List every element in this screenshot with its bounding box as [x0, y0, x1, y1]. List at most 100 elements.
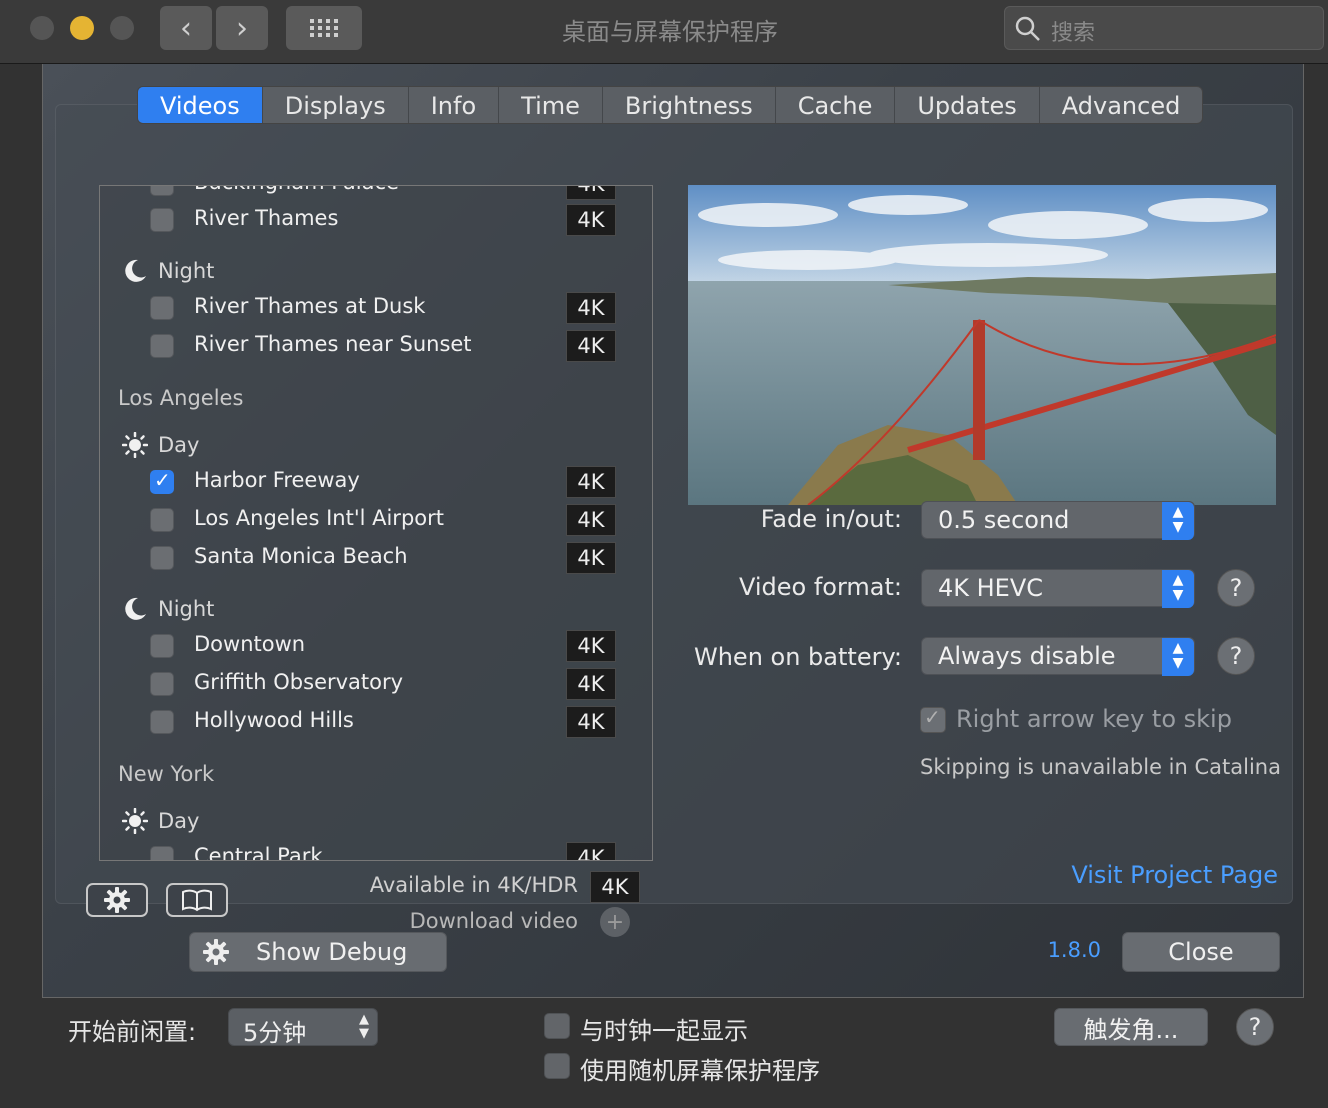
- quality-badge: 4K: [566, 504, 616, 536]
- list-item[interactable]: Central Park 4K: [150, 842, 620, 860]
- random-saver-label: 使用随机屏幕保护程序: [580, 1057, 820, 1085]
- list-item[interactable]: Los Angeles Int'l Airport 4K: [150, 504, 620, 536]
- video-list[interactable]: Buckingham Palace 4K River Thames 4K Nig…: [99, 185, 653, 861]
- video-checkbox[interactable]: [150, 634, 174, 658]
- battery-popup[interactable]: Always disable ▲ ▼: [921, 637, 1195, 676]
- chevron-right-icon: ›: [236, 10, 248, 46]
- video-name: Santa Monica Beach: [194, 544, 408, 568]
- bottom-bar: 开始前闲置: 5分钟 ▲ ▼ 与时钟一起显示 使用随机屏幕保护程序 触发角... …: [0, 998, 1328, 1108]
- battery-label: When on battery:: [693, 643, 902, 671]
- forward-button[interactable]: ›: [216, 6, 268, 50]
- tab-displays[interactable]: Displays: [263, 87, 409, 123]
- skip-checkbox[interactable]: ✓: [920, 705, 946, 733]
- tab-info[interactable]: Info: [409, 87, 500, 123]
- format-label: Video format:: [738, 573, 902, 601]
- fade-label: Fade in/out:: [760, 505, 902, 533]
- version-label: 1.8.0: [1047, 938, 1101, 962]
- format-help-button[interactable]: ?: [1217, 569, 1255, 607]
- show-clock-checkbox[interactable]: [544, 1013, 570, 1039]
- fade-value: 0.5 second: [938, 506, 1070, 534]
- list-item[interactable]: River Thames at Dusk 4K: [150, 292, 620, 324]
- quality-badge: 4K: [566, 542, 616, 574]
- zoom-window-button[interactable]: [110, 16, 134, 40]
- sun-icon: [122, 432, 148, 458]
- minimize-window-button[interactable]: [70, 16, 94, 40]
- skip-label: Right arrow key to skip: [956, 705, 1232, 733]
- aerial-settings-sheet: Buckingham Palace 4K River Thames 4K Nig…: [42, 64, 1304, 998]
- format-value: 4K HEVC: [938, 574, 1044, 602]
- available-label: Available in 4K/HDR: [369, 873, 578, 897]
- random-saver-checkbox[interactable]: [544, 1053, 570, 1079]
- preview-image: [688, 185, 1276, 505]
- show-debug-button[interactable]: Show Debug: [189, 932, 447, 972]
- chevron-left-icon: ‹: [180, 10, 192, 46]
- moon-icon: [125, 597, 146, 620]
- list-item[interactable]: Hollywood Hills 4K: [150, 706, 620, 738]
- grid-icon: [310, 19, 338, 37]
- list-item[interactable]: Downtown 4K: [150, 630, 620, 662]
- list-item[interactable]: River Thames near Sunset 4K: [150, 330, 620, 362]
- help-button[interactable]: ?: [1236, 1008, 1274, 1046]
- quality-badge: 4K: [566, 668, 616, 700]
- show-all-button[interactable]: [286, 6, 362, 50]
- video-checkbox-checked[interactable]: [150, 468, 174, 494]
- video-checkbox[interactable]: [150, 508, 174, 532]
- video-name: River Thames near Sunset: [194, 332, 472, 356]
- updown-chevron-icon: ▲ ▼: [359, 1012, 369, 1041]
- video-checkbox[interactable]: [150, 846, 174, 860]
- video-name: Downtown: [194, 632, 306, 656]
- close-button[interactable]: Close: [1122, 932, 1280, 972]
- quality-badge: 4K: [566, 466, 616, 498]
- video-name: Buckingham Palace: [194, 186, 399, 194]
- window: ‹ › 桌面与屏幕保护程序 搜索 River Thames 4K Night R…: [0, 0, 1328, 1108]
- idle-popup[interactable]: 5分钟 ▲ ▼: [228, 1008, 378, 1047]
- download-button[interactable]: +: [600, 907, 630, 937]
- search-icon: [1015, 16, 1040, 41]
- list-item[interactable]: Griffith Observatory 4K: [150, 668, 620, 700]
- plus-icon: +: [605, 909, 625, 935]
- video-checkbox[interactable]: [150, 296, 174, 320]
- city-header: Los Angeles: [118, 386, 244, 410]
- video-checkbox[interactable]: [150, 546, 174, 570]
- video-name: Griffith Observatory: [194, 670, 404, 694]
- idle-value: 5分钟: [243, 1019, 307, 1047]
- video-checkbox[interactable]: [150, 710, 174, 734]
- video-checkbox[interactable]: [150, 208, 174, 232]
- download-label: Download video: [409, 909, 578, 933]
- open-folder-button[interactable]: [166, 883, 228, 917]
- quality-badge: 4K: [566, 706, 616, 738]
- quality-badge: 4K: [566, 330, 616, 362]
- tab-bar: Videos Displays Info Time Brightness Cac…: [137, 86, 1204, 124]
- battery-help-button[interactable]: ?: [1217, 637, 1255, 675]
- city-header: New York: [118, 762, 215, 786]
- settings-button[interactable]: [86, 883, 148, 917]
- search-field[interactable]: 搜索: [1004, 6, 1324, 50]
- video-checkbox[interactable]: [150, 186, 174, 196]
- list-item[interactable]: Santa Monica Beach 4K: [150, 542, 620, 574]
- list-item[interactable]: River Thames 4K: [150, 204, 620, 236]
- updown-chevron-icon: ▲ ▼: [1162, 502, 1194, 540]
- close-window-button[interactable]: [30, 16, 54, 40]
- list-item[interactable]: Buckingham Palace 4K: [150, 186, 620, 200]
- tab-updates[interactable]: Updates: [895, 87, 1040, 123]
- time-header-day: Day: [122, 808, 199, 834]
- fade-popup[interactable]: 0.5 second ▲ ▼: [921, 501, 1195, 540]
- list-item[interactable]: Harbor Freeway 4K: [150, 466, 620, 498]
- back-button[interactable]: ‹: [160, 6, 212, 50]
- video-checkbox[interactable]: [150, 334, 174, 358]
- tab-time[interactable]: Time: [499, 87, 603, 123]
- video-checkbox[interactable]: [150, 672, 174, 696]
- tab-videos[interactable]: Videos: [138, 87, 263, 123]
- format-popup[interactable]: 4K HEVC ▲ ▼: [921, 569, 1195, 608]
- quality-badge: 4K: [566, 630, 616, 662]
- hot-corners-button[interactable]: 触发角...: [1054, 1008, 1208, 1046]
- skip-note: Skipping is unavailable in Catalina: [920, 755, 1281, 779]
- tab-brightness[interactable]: Brightness: [603, 87, 776, 123]
- time-header-day: Day: [122, 432, 199, 458]
- tab-cache[interactable]: Cache: [776, 87, 896, 123]
- quality-badge: 4K: [566, 186, 616, 200]
- tab-advanced[interactable]: Advanced: [1040, 87, 1203, 123]
- visit-project-link[interactable]: Visit Project Page: [1066, 861, 1278, 889]
- updown-chevron-icon: ▲ ▼: [1162, 638, 1194, 676]
- time-header-night: Night: [122, 258, 214, 284]
